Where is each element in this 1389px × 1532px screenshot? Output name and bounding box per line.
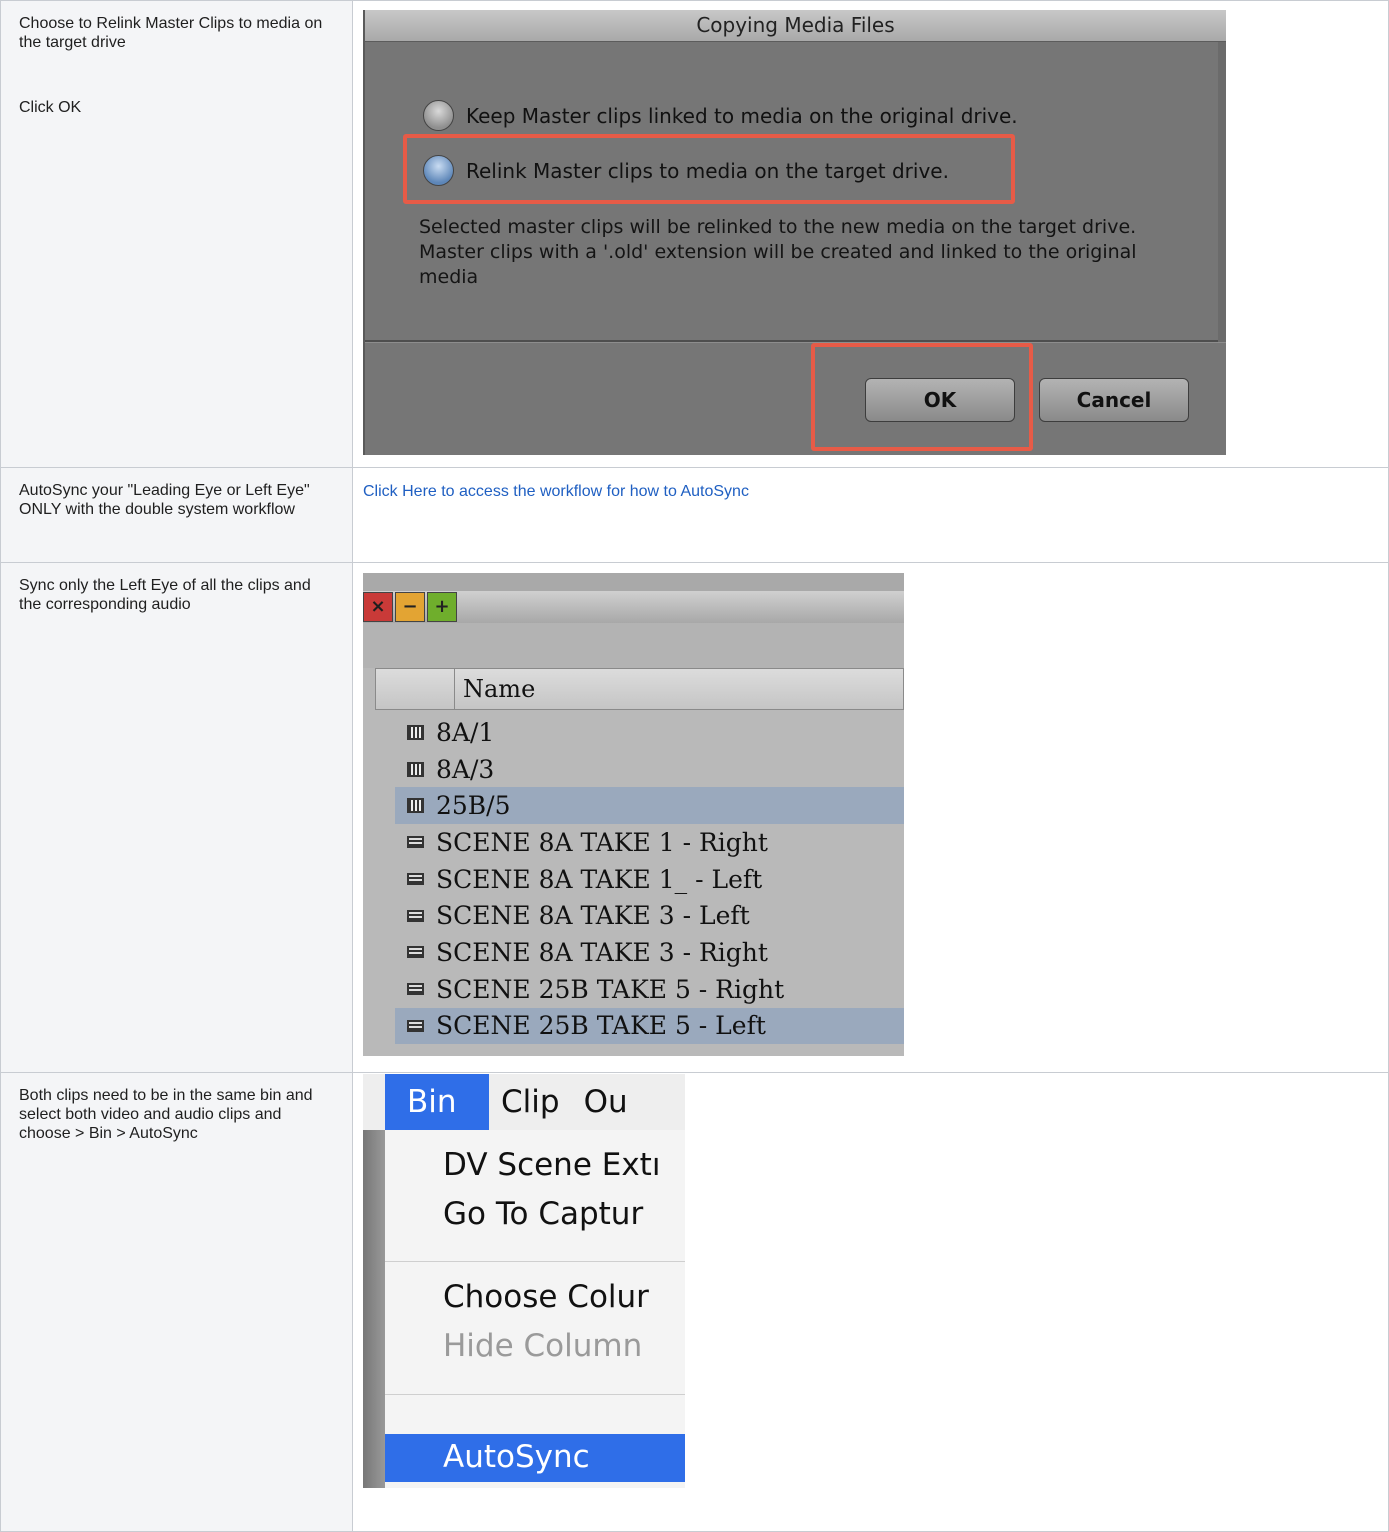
clip-name: SCENE 8A TAKE 1 - Right	[436, 827, 768, 857]
audio-clip-icon	[407, 724, 424, 740]
clip-row[interactable]: SCENE 8A TAKE 3 - Right	[395, 934, 904, 971]
audio-clip-icon	[407, 798, 424, 814]
step-1-instruction-cell: Choose to Relink Master Clips to media o…	[0, 0, 353, 468]
menu-item-dv-scene-extractor[interactable]: DV Scene Extı	[443, 1147, 660, 1183]
ok-highlight-box	[811, 343, 1033, 451]
video-clip-icon	[407, 1019, 424, 1032]
clip-row[interactable]: SCENE 8A TAKE 3 - Left	[395, 897, 904, 934]
clip-list: 8A/1 8A/3 25B/5 SCENE 8A TAKE 1 - Right SCEN…	[395, 714, 904, 1045]
minimize-icon[interactable]: −	[395, 592, 425, 622]
clip-row[interactable]: 25B/5	[395, 787, 904, 825]
step-4-instruction: Both clips need to be in the same bin an…	[19, 1087, 313, 1142]
step-3-instruction-cell: Sync only the Left Eye of all the clips …	[0, 562, 353, 1073]
step-2-instruction-cell: AutoSync your "Leading Eye or Left Eye" …	[0, 467, 353, 563]
video-clip-icon	[407, 983, 424, 996]
menu-item-go-to-capture[interactable]: Go To Captur	[443, 1196, 643, 1232]
dialog-description: Selected master clips will be relinked t…	[419, 216, 1137, 288]
audio-clip-icon	[407, 761, 424, 777]
menu-item-autosync[interactable]: AutoSync	[443, 1439, 590, 1475]
clip-name: 8A/3	[436, 754, 495, 784]
icon-column-header[interactable]	[376, 669, 455, 709]
menu-bar: Bin Clip Ou	[363, 1074, 685, 1130]
step-1-instruction-ok: Click OK	[19, 99, 82, 116]
relink-highlight-box	[403, 134, 1015, 204]
menu-item-choose-columns[interactable]: Choose Colur	[443, 1279, 649, 1315]
menu-bin[interactable]: Bin	[385, 1074, 489, 1130]
step-2-instruction: AutoSync your "Leading Eye or Left Eye" …	[19, 482, 310, 518]
bin-window: × − + Name 8A/1 8A/3 25B/5 SCENE 8A TAKE 1 …	[363, 573, 904, 1056]
clip-name: SCENE 25B TAKE 5 - Right	[436, 974, 785, 1004]
keep-master-clips-option[interactable]: Keep Master clips linked to media on the…	[423, 100, 1018, 131]
bin-menu-screenshot: Bin Clip Ou DV Scene Extı Go To Captur C…	[363, 1074, 685, 1488]
clip-row[interactable]: 8A/1	[395, 714, 904, 751]
clip-name: SCENE 25B TAKE 5 - Left	[436, 1011, 766, 1041]
cancel-button[interactable]: Cancel	[1039, 378, 1189, 422]
clip-row[interactable]: SCENE 25B TAKE 5 - Left	[395, 1007, 904, 1045]
autosync-workflow-link[interactable]: Click Here to access the workflow for ho…	[363, 483, 749, 501]
step-4-image-cell: Bin Clip Ou DV Scene Extı Go To Captur C…	[352, 1072, 1389, 1532]
dialog-right-edge	[1218, 42, 1226, 342]
menu-clip[interactable]: Clip	[489, 1074, 572, 1130]
dialog-title: Copying Media Files	[365, 10, 1226, 42]
menu-output[interactable]: Ou	[572, 1074, 640, 1130]
video-clip-icon	[407, 836, 424, 849]
bin-window-top-strip	[363, 573, 904, 591]
close-icon[interactable]: ×	[363, 592, 393, 622]
clip-row[interactable]: SCENE 8A TAKE 1 - Right	[395, 824, 904, 861]
menu-separator	[385, 1261, 685, 1262]
window-edge-behind-menu	[363, 1130, 385, 1488]
step-2-link-cell: Click Here to access the workflow for ho…	[352, 467, 1389, 563]
clip-row[interactable]: SCENE 8A TAKE 1_ - Left	[395, 861, 904, 898]
clip-row[interactable]: 8A/3	[395, 751, 904, 788]
clip-row[interactable]: SCENE 25B TAKE 5 - Right	[395, 971, 904, 1008]
clip-name: SCENE 8A TAKE 3 - Right	[436, 937, 768, 967]
copying-media-files-dialog: Copying Media Files Keep Master clips li…	[363, 10, 1226, 455]
clip-name: 8A/1	[436, 717, 495, 747]
video-clip-icon	[407, 873, 424, 886]
bin-toolbar	[363, 623, 904, 668]
step-1-image-cell: Copying Media Files Keep Master clips li…	[352, 0, 1389, 468]
menu-item-hide-column: Hide Column	[443, 1328, 643, 1364]
video-clip-icon	[407, 909, 424, 922]
bin-column-header: Name	[375, 668, 904, 710]
step-3-instruction: Sync only the Left Eye of all the clips …	[19, 577, 311, 613]
video-clip-icon	[407, 946, 424, 959]
keep-option-label: Keep Master clips linked to media on the…	[466, 103, 1018, 128]
step-3-image-cell: × − + Name 8A/1 8A/3 25B/5 SCENE 8A TAKE 1 …	[352, 562, 1389, 1073]
zoom-icon[interactable]: +	[427, 592, 457, 622]
clip-name: SCENE 8A TAKE 3 - Left	[436, 901, 750, 931]
dialog-divider	[365, 340, 1226, 343]
bin-title-bar: × − +	[363, 591, 904, 623]
clip-name: SCENE 8A TAKE 1_ - Left	[436, 864, 763, 894]
radio-unselected-icon[interactable]	[423, 100, 454, 131]
clip-name: 25B/5	[436, 791, 511, 821]
step-4-instruction-cell: Both clips need to be in the same bin an…	[0, 1072, 353, 1532]
menu-separator	[385, 1394, 685, 1395]
name-column-header[interactable]: Name	[455, 669, 535, 709]
step-1-instruction: Choose to Relink Master Clips to media o…	[19, 15, 323, 51]
